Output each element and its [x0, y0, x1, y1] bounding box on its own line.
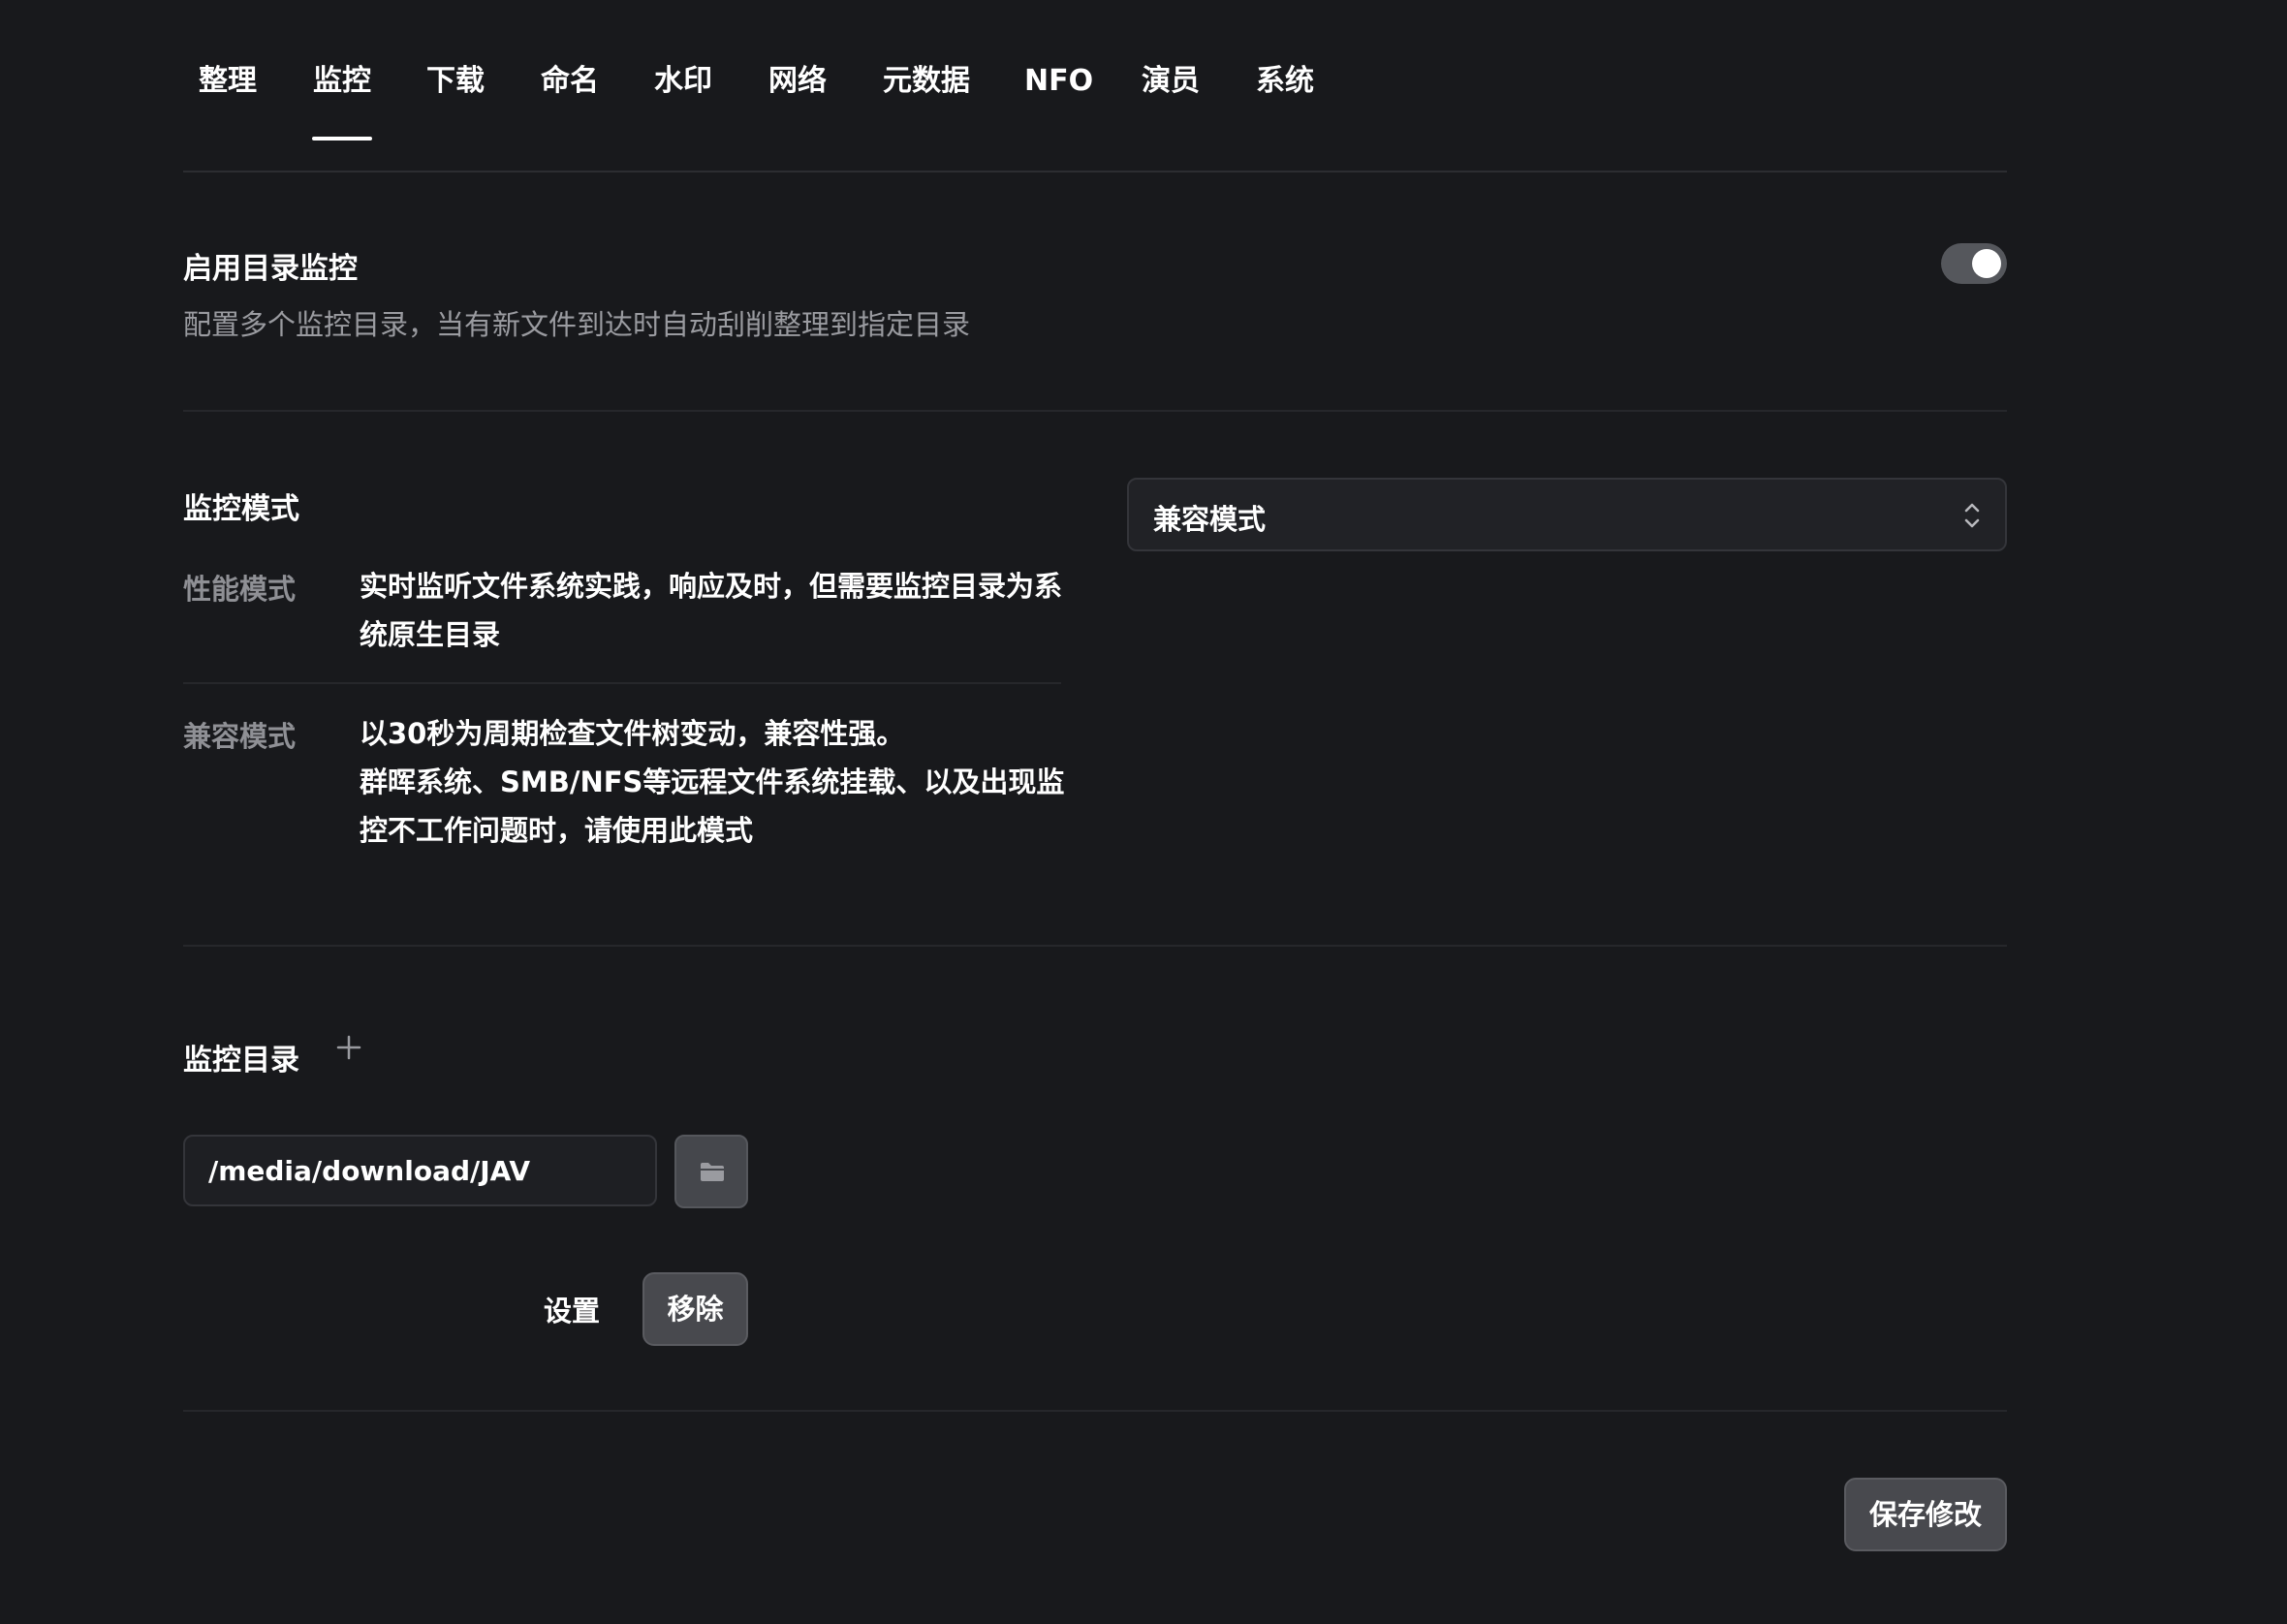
plus-icon[interactable]: [336, 1035, 361, 1060]
mode-performance-desc: 实时监听文件系统实践，响应及时，但需要监控目录为系统原生目录: [360, 570, 1063, 651]
folder-icon: [701, 1163, 724, 1181]
browse-folder-button[interactable]: [674, 1135, 748, 1208]
tab-nfo[interactable]: NFO: [1024, 62, 1093, 101]
tab-watermark[interactable]: 水印: [654, 62, 712, 101]
dir-remove-button[interactable]: 移除: [642, 1272, 748, 1346]
toggle-knob: [1972, 249, 2001, 278]
tab-naming[interactable]: 命名: [541, 62, 599, 101]
mode-compat-desc-line2: 群晖系统、SMB/NFS等远程文件系统挂载、以及出现监控不工作问题时，请使用此模…: [360, 758, 1067, 855]
tab-actors[interactable]: 演员: [1142, 62, 1200, 101]
mode-compat-label: 兼容模式: [183, 720, 297, 753]
monitor-dirs-title: 监控目录: [183, 1044, 299, 1077]
tab-monitor[interactable]: 监控: [312, 62, 372, 141]
settings-tabs: 整理 监控 下载 命名 水印 网络 元数据 NFO 演员 系统: [183, 39, 2007, 172]
monitor-dir-path-input[interactable]: [183, 1135, 657, 1206]
mode-performance-label: 性能模式: [183, 573, 297, 606]
tab-download[interactable]: 下载: [426, 62, 485, 101]
section-divider: [183, 1410, 2007, 1412]
chevron-up-down-icon: [1964, 503, 1980, 528]
section-divider: [183, 410, 2007, 412]
tab-metadata[interactable]: 元数据: [883, 62, 970, 101]
monitor-mode-title: 监控模式: [183, 492, 299, 526]
monitor-enable-description: 配置多个监控目录，当有新文件到达时自动刮削整理到指定目录: [183, 308, 971, 341]
mode-compat-desc-post: 问题时，请使用此模式: [472, 814, 754, 847]
mode-compat-desc: 以30秒为周期检查文件树变动，兼容性强。 群晖系统、SMB/NFS等远程文件系统…: [360, 709, 1067, 855]
tab-organize[interactable]: 整理: [199, 62, 257, 101]
mode-compat-desc-pre: 群晖系统、SMB/NFS等远程文件系统挂载、以及出现: [360, 765, 1037, 798]
mode-separator: [183, 682, 1061, 684]
dir-settings-button[interactable]: 设置: [544, 1289, 600, 1329]
monitor-enable-title: 启用目录监控: [183, 252, 358, 286]
mode-compat-desc-line1: 以30秒为周期检查文件树变动，兼容性强。: [360, 717, 905, 750]
section-divider: [183, 945, 2007, 947]
monitor-mode-select[interactable]: 兼容模式: [1127, 478, 2007, 551]
tab-network[interactable]: 网络: [768, 62, 827, 101]
settings-page: 整理 监控 下载 命名 水印 网络 元数据 NFO 演员 系统 启用目录监控 配…: [0, 0, 2287, 1624]
save-changes-button[interactable]: 保存修改: [1844, 1478, 2007, 1551]
tab-system[interactable]: 系统: [1256, 62, 1314, 101]
monitor-enable-toggle[interactable]: [1941, 243, 2007, 284]
monitor-mode-selected-value: 兼容模式: [1153, 503, 1267, 536]
